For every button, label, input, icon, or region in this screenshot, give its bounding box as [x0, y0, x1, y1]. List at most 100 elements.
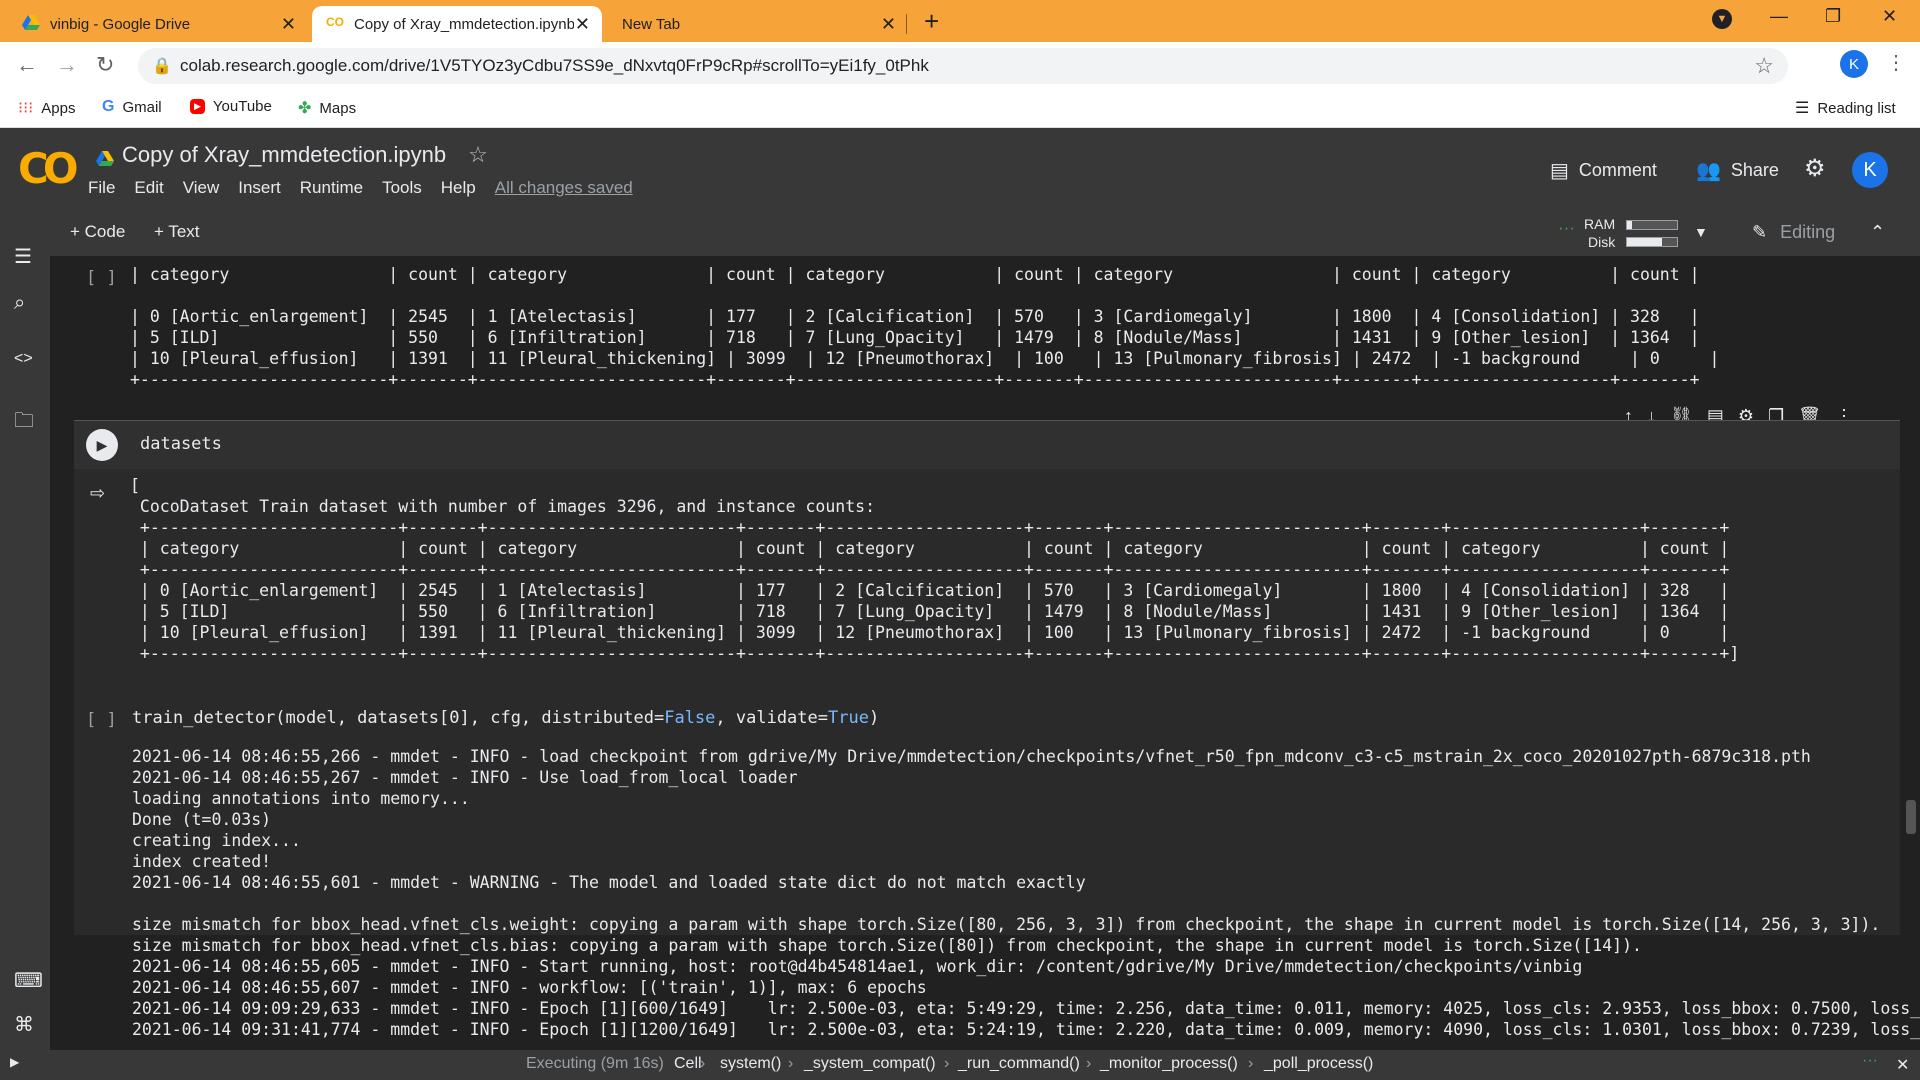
lock-icon: 🔒 [152, 58, 172, 75]
bookmark-apps[interactable]: ⁝⁝⁝ Apps [18, 98, 75, 118]
menu-insert[interactable]: Insert [238, 178, 281, 198]
notebook-title-row: Copy of Xray_mmdetection.ipynb ☆ [96, 142, 488, 168]
bookmark-youtube[interactable]: ▶ YouTube [190, 98, 272, 115]
bookmark-maps[interactable]: ✤ Maps [298, 98, 356, 118]
notebook-title[interactable]: Copy of Xray_mmdetection.ipynb [122, 142, 446, 168]
cell1-output: | category | count | category | count | … [130, 265, 1720, 389]
search-icon[interactable]: ⌕ [14, 292, 25, 315]
apps-grid-icon: ⁝⁝⁝ [18, 100, 34, 117]
cell-code[interactable]: datasets [140, 434, 222, 454]
reading-list[interactable]: ☰ Reading list [1795, 98, 1896, 118]
close-tab-icon[interactable]: ✕ [575, 14, 590, 35]
call-stack-item: _monitor_process() [1100, 1055, 1238, 1072]
tab-search-icon[interactable]: ▼ [1712, 9, 1732, 29]
expand-status-icon[interactable]: ▶ [10, 1055, 19, 1069]
profile-avatar[interactable]: K [1840, 50, 1868, 78]
tab-colab-notebook[interactable]: CO Copy of Xray_mmdetection.ipynb ✕ [312, 6, 602, 42]
forward-arrow-icon[interactable]: → [56, 52, 78, 78]
bookmark-gmail[interactable]: G Gmail [102, 98, 162, 116]
share-button[interactable]: 👥 Share [1696, 158, 1779, 183]
colab-header: CO Copy of Xray_mmdetection.ipynb ☆ File… [0, 128, 1920, 208]
close-tab-icon[interactable]: ✕ [881, 14, 896, 35]
call-stack-item: _system_compat() [804, 1055, 936, 1072]
resource-monitor[interactable]: RAM Disk [1560, 215, 1615, 251]
window-close-icon[interactable]: ✕ [1882, 6, 1897, 27]
menu-tools[interactable]: Tools [382, 178, 422, 198]
save-status[interactable]: All changes saved [495, 178, 633, 198]
bookmarks-bar: ⁝⁝⁝ Apps G Gmail ▶ YouTube ✤ Maps ☰ Read… [0, 90, 1920, 128]
cell-run-bracket[interactable]: [ ] [86, 710, 117, 730]
cell-code-area[interactable]: ▶ datasets [74, 421, 1900, 469]
browser-toolbar: ← → ↻ 🔒 colab.research.google.com/drive/… [0, 42, 1920, 90]
cell-run-bracket[interactable]: [ ] [86, 268, 117, 288]
menu-help[interactable]: Help [441, 178, 476, 198]
bookmark-label: YouTube [212, 98, 272, 115]
resource-dropdown-icon[interactable]: ▼ [1694, 224, 1708, 240]
collapse-header-icon[interactable]: ⌃ [1870, 222, 1885, 243]
cell2-output: [ CocoDataset Train dataset with number … [130, 476, 1740, 663]
chevron-right-icon: › [944, 1055, 950, 1072]
menu-file[interactable]: File [88, 178, 115, 198]
tab-title: vinbig - Google Drive [50, 15, 191, 33]
output-scrollbar[interactable] [1906, 800, 1916, 834]
add-text-button[interactable]: + Text [154, 222, 200, 242]
tab-new-tab[interactable]: New Tab ✕ [608, 6, 908, 42]
command-palette-icon[interactable]: ⌨ [14, 968, 43, 993]
menu-edit[interactable]: Edit [134, 178, 163, 198]
minimize-icon[interactable]: — [1770, 6, 1788, 27]
cell3-code[interactable]: train_detector(model, datasets[0], cfg, … [132, 708, 879, 728]
menu-view[interactable]: View [183, 178, 220, 198]
table-of-contents-icon[interactable]: ☰ [14, 244, 32, 269]
share-label: Share [1730, 160, 1779, 180]
code-keyword: True [828, 708, 869, 728]
menu-runtime[interactable]: Runtime [300, 178, 363, 198]
colab-logo[interactable]: CO [18, 144, 78, 193]
restore-icon[interactable]: ❐ [1825, 6, 1841, 27]
settings-gear-icon[interactable]: ⚙ [1804, 154, 1826, 183]
star-icon[interactable]: ☆ [468, 142, 488, 168]
disk-meter [1626, 237, 1678, 247]
ram-meter-fill [1627, 221, 1632, 229]
comment-button[interactable]: ▤ Comment [1550, 158, 1657, 183]
editing-mode-button[interactable]: ✎ Editing [1752, 222, 1835, 243]
address-bar[interactable]: 🔒 colab.research.google.com/drive/1V5TYO… [138, 48, 1788, 84]
comment-label: Comment [1578, 160, 1657, 180]
account-avatar[interactable]: K [1852, 152, 1888, 188]
ram-label: RAM [1584, 216, 1616, 232]
output-action-icon[interactable]: ⇨ [90, 483, 105, 504]
close-status-icon[interactable]: ✕ [1896, 1055, 1909, 1075]
chevron-right-icon: › [1248, 1055, 1254, 1072]
terminal-icon[interactable]: ⌘ [14, 1012, 34, 1037]
browser-tab-strip: vinbig - Google Drive ✕ CO Copy of Xray_… [0, 0, 1920, 42]
left-sidebar: ☰ ⌕ <> 🗀 ⌨ ⌘ [0, 246, 50, 1050]
chevron-right-icon: › [700, 1055, 706, 1072]
bookmark-star-icon[interactable]: ☆ [1754, 53, 1774, 79]
close-tab-icon[interactable]: ✕ [281, 14, 296, 35]
maps-pin-icon: ✤ [298, 100, 312, 117]
google-drive-icon [96, 147, 114, 166]
reload-icon[interactable]: ↻ [96, 52, 114, 78]
call-stack-item: _poll_process() [1264, 1055, 1374, 1072]
disk-label: Disk [1588, 234, 1616, 250]
code-snippets-icon[interactable]: <> [14, 350, 33, 368]
reading-list-icon: ☰ [1795, 100, 1810, 117]
run-cell-play-icon[interactable]: ▶ [86, 429, 118, 461]
status-bar: ▶ Executing (9m 16s) Cell › system() › _… [0, 1050, 1920, 1080]
files-folder-icon[interactable]: 🗀 [14, 406, 34, 440]
connected-dots-icon: ··· [1862, 1052, 1878, 1069]
call-stack-item: Cell [674, 1055, 702, 1072]
back-arrow-icon[interactable]: ← [16, 52, 38, 78]
google-drive-icon [22, 15, 40, 33]
code-text: , validate= [715, 708, 828, 728]
notebook-content[interactable]: [ ] | category | count | category | coun… [50, 256, 1920, 1050]
tab-google-drive[interactable]: vinbig - Google Drive ✕ [8, 6, 308, 42]
notebook-toolbar: + Code + Text ··· RAM Disk ▼ ✎ Editing ⌃ [0, 208, 1920, 256]
editing-label: Editing [1780, 222, 1836, 242]
pencil-icon: ✎ [1752, 222, 1768, 242]
new-tab-plus-icon[interactable]: + [924, 6, 939, 37]
code-text: ) [868, 708, 880, 728]
add-code-button[interactable]: + Code [70, 222, 125, 242]
browser-menu-icon[interactable]: ⋮ [1886, 50, 1906, 75]
bookmark-label: Maps [319, 99, 357, 117]
google-icon: G [102, 98, 115, 115]
